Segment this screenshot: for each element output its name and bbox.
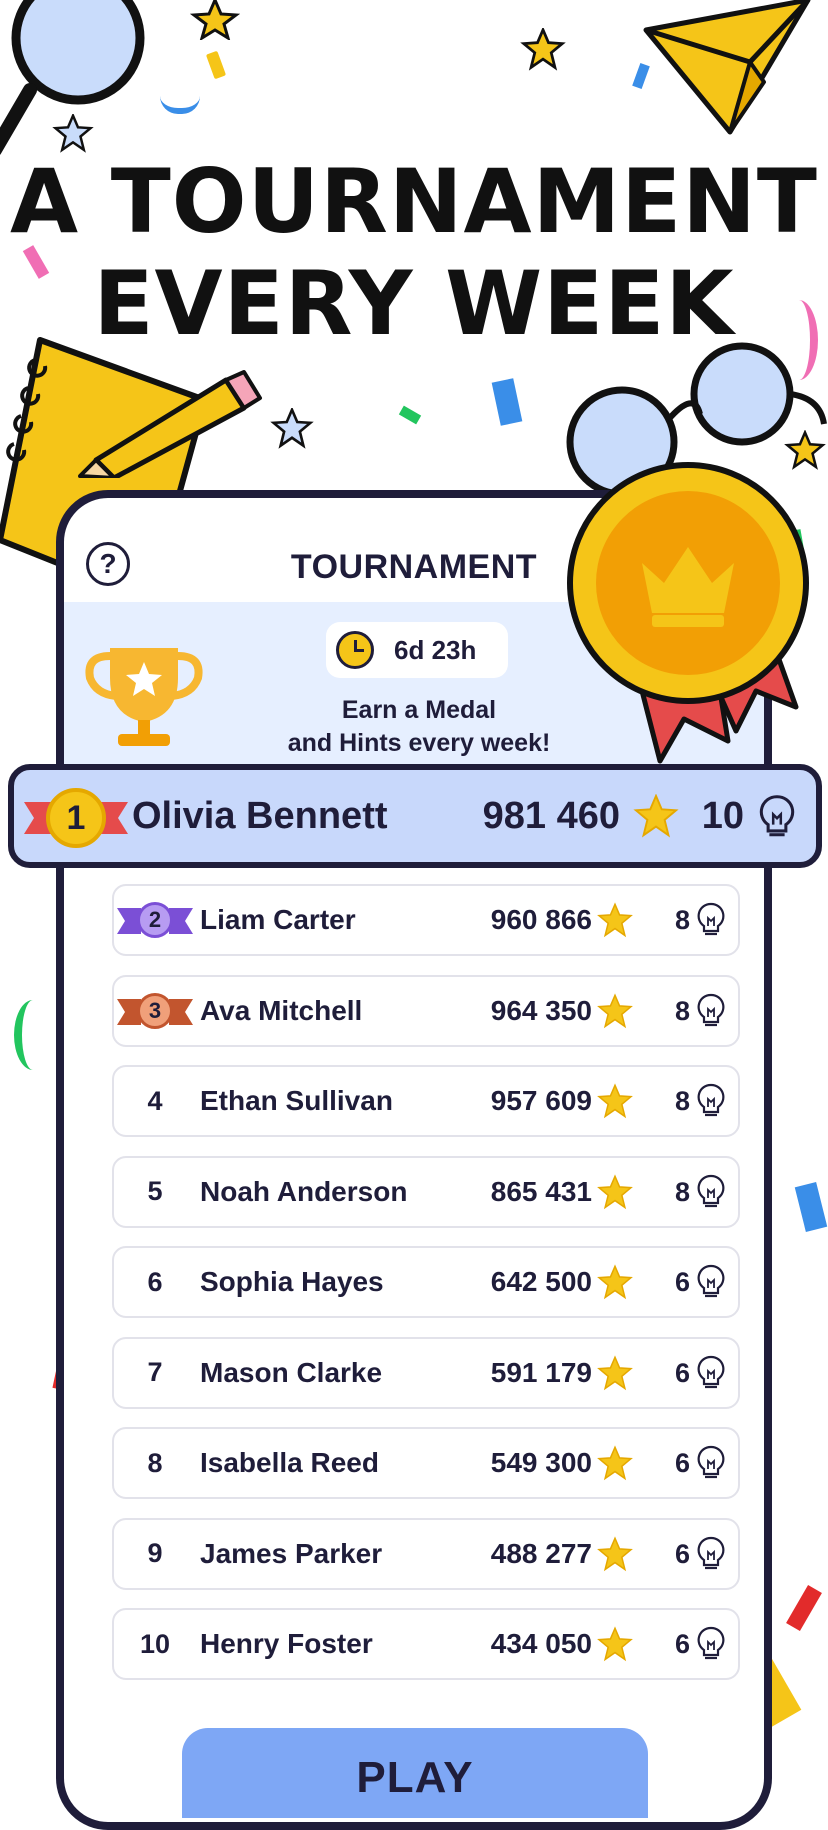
player-hints: 8 bbox=[674, 1176, 690, 1207]
timer-text: 6d 23h bbox=[394, 634, 477, 665]
player-name: Ethan Sullivan bbox=[200, 1085, 393, 1116]
star-icon bbox=[633, 794, 679, 838]
star-decoration bbox=[190, 0, 240, 40]
player-score: 642 500 bbox=[490, 1266, 592, 1297]
player-name: Henry Foster bbox=[200, 1628, 373, 1659]
player-hints: 10 bbox=[701, 795, 744, 837]
leaderboard-row[interactable]: 9 James Parker 488 277 6 bbox=[112, 1517, 740, 1590]
headline-line-2: EVERY WEEK bbox=[93, 252, 735, 355]
trophy-icon bbox=[85, 648, 203, 746]
player-score: 488 277 bbox=[490, 1537, 592, 1569]
paper-plane-icon bbox=[643, 0, 811, 135]
leaderboard-row[interactable]: 8 Isabella Reed 549 300 6 bbox=[112, 1427, 740, 1499]
player-hints: 6 bbox=[674, 1357, 690, 1388]
headline-line-1: A TOURNAMENT bbox=[10, 150, 818, 253]
rank-number: 8 bbox=[147, 1447, 163, 1478]
star-icon bbox=[597, 1083, 633, 1119]
silver-medal-icon: 2 bbox=[137, 902, 173, 938]
star-icon bbox=[597, 1626, 633, 1662]
player-score: 591 179 bbox=[490, 1356, 592, 1388]
lightbulb-icon bbox=[697, 993, 725, 1026]
star-icon bbox=[597, 1173, 633, 1209]
rank-number: 9 bbox=[147, 1538, 163, 1568]
player-hints: 6 bbox=[674, 1448, 690, 1478]
leaderboard-row[interactable]: 3 Ava Mitchell 964 350 8 bbox=[112, 974, 740, 1047]
rank-number: 10 bbox=[139, 1628, 171, 1659]
player-score: 981 460 bbox=[482, 795, 620, 837]
clock-icon bbox=[336, 631, 374, 669]
player-hints: 6 bbox=[674, 1538, 690, 1569]
leaderboard-row[interactable]: 7 Mason Clarke 591 179 6 bbox=[112, 1336, 740, 1409]
lightbulb-icon bbox=[759, 795, 795, 837]
lightbulb-icon bbox=[697, 1445, 725, 1479]
player-name: Isabella Reed bbox=[200, 1447, 379, 1478]
confetti bbox=[205, 50, 227, 80]
player-name: James Parker bbox=[200, 1537, 383, 1569]
star-decoration bbox=[520, 28, 566, 71]
player-hints: 6 bbox=[674, 1267, 690, 1297]
player-score: 549 300 bbox=[490, 1447, 592, 1478]
lightbulb-icon bbox=[697, 1355, 725, 1388]
current-player-row[interactable]: 1 Olivia Bennett 981 460 10 bbox=[8, 764, 822, 868]
leaderboard-row[interactable]: 5 Noah Anderson 865 431 8 bbox=[112, 1155, 740, 1228]
star-icon bbox=[597, 1535, 633, 1571]
rank-number: 6 bbox=[147, 1266, 163, 1297]
star-icon bbox=[597, 992, 633, 1028]
confetti bbox=[14, 1000, 52, 1070]
pencil-icon bbox=[78, 370, 262, 478]
lightbulb-icon bbox=[697, 1626, 725, 1660]
star-icon bbox=[597, 1354, 633, 1390]
rank-number: 7 bbox=[147, 1357, 163, 1387]
confetti bbox=[491, 378, 523, 426]
player-name: Liam Carter bbox=[200, 904, 356, 935]
gold-medal-icon bbox=[567, 462, 809, 764]
rank-number: 5 bbox=[147, 1176, 163, 1206]
confetti bbox=[786, 1584, 822, 1632]
lightbulb-icon bbox=[697, 1536, 725, 1569]
leaderboard-row[interactable]: 2 Liam Carter 960 866 8 bbox=[112, 884, 740, 956]
star-icon bbox=[597, 902, 633, 938]
timer-pill: 6d 23h bbox=[326, 622, 508, 678]
lightbulb-icon bbox=[697, 1083, 725, 1117]
banner-line-1: Earn a Medal bbox=[341, 696, 497, 724]
lightbulb-icon bbox=[697, 1264, 725, 1298]
lightbulb-icon bbox=[697, 1174, 725, 1207]
player-hints: 6 bbox=[674, 1629, 690, 1659]
player-hints: 8 bbox=[674, 1086, 690, 1116]
player-name: Mason Clarke bbox=[200, 1356, 383, 1388]
star-decoration bbox=[270, 408, 314, 449]
player-score: 964 350 bbox=[490, 994, 592, 1026]
rank-number: 4 bbox=[147, 1085, 163, 1116]
player-hints: 8 bbox=[674, 995, 690, 1026]
rank-cell: 2 bbox=[114, 886, 196, 954]
star-icon bbox=[597, 1445, 633, 1481]
leaderboard-row[interactable]: 6 Sophia Hayes 642 500 6 bbox=[112, 1246, 740, 1318]
player-name: Sophia Hayes bbox=[200, 1266, 384, 1297]
rank-number: 1 bbox=[66, 799, 86, 837]
player-score: 957 609 bbox=[490, 1085, 592, 1116]
banner-text: Earn a Medal and Hints every week! bbox=[234, 694, 604, 760]
player-score: 960 866 bbox=[490, 904, 592, 935]
player-name: Olivia Bennett bbox=[132, 795, 388, 837]
leaderboard-row[interactable]: 4 Ethan Sullivan 957 609 8 bbox=[112, 1065, 740, 1137]
player-name: Ava Mitchell bbox=[200, 994, 363, 1026]
confetti bbox=[398, 405, 422, 425]
play-button[interactable]: PLAY bbox=[182, 1728, 648, 1818]
star-icon bbox=[597, 1264, 633, 1300]
leaderboard-row[interactable]: 10 Henry Foster 434 050 6 bbox=[112, 1608, 740, 1680]
player-hints: 8 bbox=[674, 905, 690, 935]
player-score: 434 050 bbox=[490, 1628, 592, 1659]
confetti bbox=[794, 1182, 828, 1232]
player-score: 865 431 bbox=[490, 1175, 592, 1207]
rank-cell: 3 bbox=[114, 977, 196, 1045]
player-name: Noah Anderson bbox=[200, 1175, 408, 1207]
bronze-medal-icon: 3 bbox=[137, 992, 173, 1029]
confetti bbox=[160, 96, 200, 114]
lightbulb-icon bbox=[697, 902, 725, 936]
star-decoration bbox=[52, 114, 94, 153]
banner-line-2: and Hints every week! bbox=[287, 729, 551, 757]
